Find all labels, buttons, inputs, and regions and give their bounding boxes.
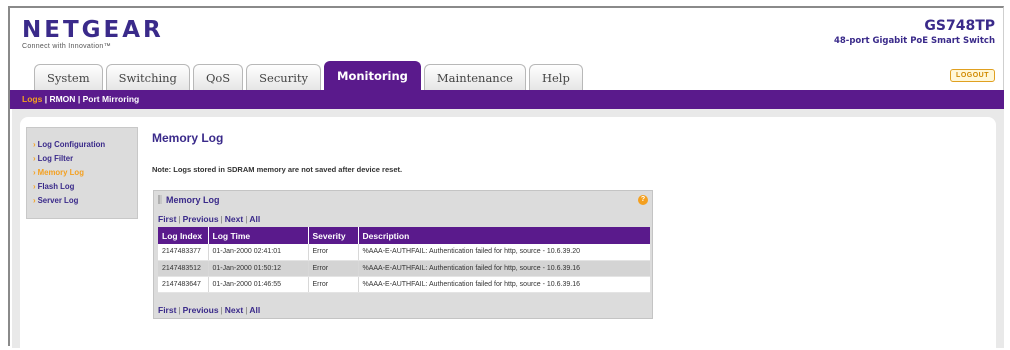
memory-note: Note: Logs stored in SDRAM memory are no… bbox=[152, 165, 403, 174]
pager-separator: | bbox=[245, 305, 248, 315]
pager-separator: | bbox=[245, 214, 248, 224]
log-index-cell: 2147483647 bbox=[158, 276, 209, 293]
memory-log-panel: Memory Log ? First | Previous | Next | All Log… bbox=[153, 190, 653, 319]
content-card: › Log Configuration › Log Filter › Memory L… bbox=[20, 117, 996, 350]
column-header: Log Index bbox=[158, 227, 209, 244]
arrow-icon: › bbox=[33, 182, 36, 191]
sidebar-item-label: Memory Log bbox=[37, 168, 84, 177]
model-name: GS748TP bbox=[924, 18, 995, 34]
first-link[interactable]: First bbox=[158, 305, 176, 315]
subnav-separator: | bbox=[77, 94, 81, 104]
description-cell: %AAA-E-AUTHFAIL: Authentication failed f… bbox=[358, 244, 650, 261]
sidebar-item-flash-log[interactable]: › Flash Log bbox=[33, 182, 137, 191]
log-index-cell: 2147483377 bbox=[158, 244, 209, 261]
arrow-icon: › bbox=[33, 154, 36, 163]
sidebar-item-label: Flash Log bbox=[37, 182, 75, 191]
arrow-icon: › bbox=[33, 168, 36, 177]
description-cell: %AAA-E-AUTHFAIL: Authentication failed f… bbox=[358, 276, 650, 293]
sidebar-item-label: Log Configuration bbox=[37, 140, 106, 149]
netgear-logo: NETGEAR Connect with Innovation™ bbox=[22, 18, 164, 50]
subnav-separator: | bbox=[44, 94, 48, 104]
subnav-port-mirroring[interactable]: Port Mirroring bbox=[83, 94, 140, 104]
all-link[interactable]: All bbox=[249, 305, 260, 315]
description-cell: %AAA-E-AUTHFAIL: Authentication failed f… bbox=[358, 260, 650, 277]
subnav-rmon[interactable]: RMON bbox=[49, 94, 75, 104]
app-frame: NETGEAR Connect with Innovation™ GS748TP… bbox=[8, 6, 1004, 350]
pager-separator: | bbox=[220, 305, 223, 315]
tab-help[interactable]: Help bbox=[528, 64, 583, 90]
logout-button[interactable]: LOGOUT bbox=[950, 69, 995, 82]
model-description: 48-port Gigabit PoE Smart Switch bbox=[833, 36, 995, 46]
pager-separator: | bbox=[220, 214, 223, 224]
tab-switching[interactable]: Switching bbox=[105, 64, 190, 90]
severity-cell: Error bbox=[308, 260, 359, 277]
main-tabs: System Switching QoS Security Monitoring… bbox=[34, 61, 583, 90]
subnav-logs[interactable]: Logs bbox=[22, 94, 42, 104]
sub-navigation: Logs | RMON | Port Mirroring bbox=[10, 90, 1004, 109]
column-header: Log Time bbox=[208, 227, 309, 244]
sidebar: › Log Configuration › Log Filter › Memory L… bbox=[26, 127, 138, 219]
pager-separator: | bbox=[178, 214, 181, 224]
sidebar-item-log-filter[interactable]: › Log Filter bbox=[33, 154, 137, 163]
all-link[interactable]: All bbox=[249, 214, 260, 224]
tab-system[interactable]: System bbox=[34, 64, 103, 90]
table-header-row: Log Index Log Time Severity Description bbox=[158, 227, 650, 244]
table-row: 2147483647 01-Jan-2000 01:46:55 Error %A… bbox=[158, 276, 650, 293]
previous-link[interactable]: Previous bbox=[183, 214, 219, 224]
log-time-cell: 01-Jan-2000 02:41:01 bbox=[208, 244, 309, 261]
log-time-cell: 01-Jan-2000 01:50:12 bbox=[208, 260, 309, 277]
content-area: › Log Configuration › Log Filter › Memory L… bbox=[12, 109, 1004, 350]
table-row: 2147483377 01-Jan-2000 02:41:01 Error %A… bbox=[158, 244, 650, 261]
previous-link[interactable]: Previous bbox=[183, 305, 219, 315]
sidebar-item-label: Log Filter bbox=[37, 154, 74, 163]
table-row: 2147483512 01-Jan-2000 01:50:12 Error %A… bbox=[158, 260, 650, 277]
panel-title: Memory Log bbox=[158, 195, 220, 205]
arrow-icon: › bbox=[33, 140, 36, 149]
arrow-icon: › bbox=[33, 196, 36, 205]
next-link[interactable]: Next bbox=[225, 214, 243, 224]
pager-bottom: First | Previous | Next | All bbox=[158, 305, 260, 315]
severity-cell: Error bbox=[308, 276, 359, 293]
grip-icon bbox=[158, 195, 162, 204]
help-icon[interactable]: ? bbox=[638, 195, 648, 205]
first-link[interactable]: First bbox=[158, 214, 176, 224]
column-header: Severity bbox=[308, 227, 359, 244]
sidebar-item-label: Server Log bbox=[37, 196, 79, 205]
severity-cell: Error bbox=[308, 244, 359, 261]
model-info: GS748TP 48-port Gigabit PoE Smart Switch bbox=[834, 18, 995, 46]
sidebar-item-server-log[interactable]: › Server Log bbox=[33, 196, 137, 205]
sidebar-item-log-configuration[interactable]: › Log Configuration bbox=[33, 140, 137, 149]
sidebar-item-memory-log[interactable]: › Memory Log bbox=[33, 168, 137, 177]
page-title: Memory Log bbox=[152, 131, 224, 145]
pager-top: First | Previous | Next | All bbox=[158, 214, 260, 224]
tab-maintenance[interactable]: Maintenance bbox=[423, 64, 526, 90]
tab-monitoring[interactable]: Monitoring bbox=[324, 61, 421, 90]
log-index-cell: 2147483512 bbox=[158, 260, 209, 277]
brand-tagline: Connect with Innovation™ bbox=[22, 43, 111, 50]
pager-separator: | bbox=[178, 305, 181, 315]
tab-security[interactable]: Security bbox=[246, 64, 321, 90]
panel-title-text: Memory Log bbox=[166, 195, 220, 205]
log-time-cell: 01-Jan-2000 01:46:55 bbox=[208, 276, 309, 293]
column-header: Description bbox=[358, 227, 650, 244]
memory-log-table: Log Index Log Time Severity Description … bbox=[158, 227, 650, 293]
brand-name: NETGEAR bbox=[22, 17, 164, 43]
next-link[interactable]: Next bbox=[225, 305, 243, 315]
tab-qos[interactable]: QoS bbox=[192, 64, 244, 90]
